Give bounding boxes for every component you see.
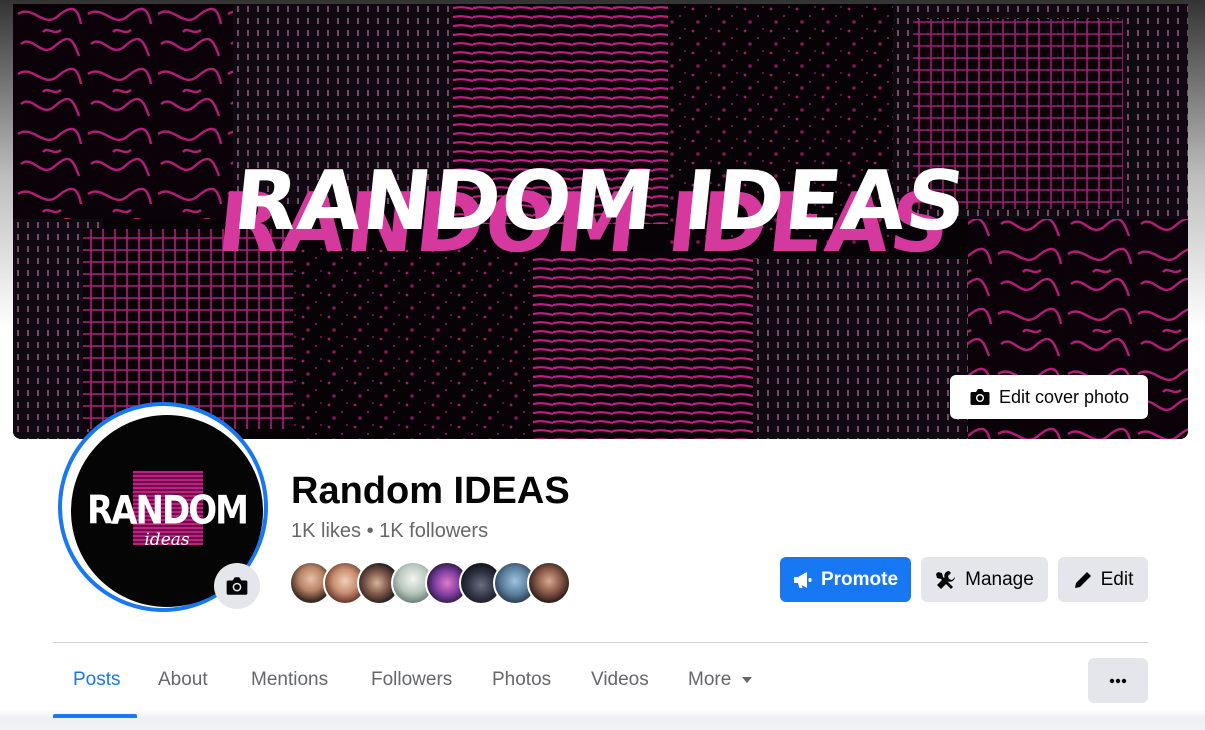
logo-sub-text: ideas	[144, 530, 190, 550]
edit-cover-photo-label: Edit cover photo	[998, 386, 1130, 407]
promote-label: Promote	[820, 568, 899, 590]
edit-label: Edit	[1100, 568, 1134, 590]
tab-videos[interactable]: Videos	[591, 660, 649, 700]
more-options-button[interactable]	[1088, 658, 1148, 703]
tab-posts[interactable]: Posts	[73, 660, 121, 700]
tab-label: About	[158, 669, 208, 690]
page-stats[interactable]: 1K likes • 1K followers	[291, 520, 488, 543]
tab-label: Followers	[371, 669, 453, 690]
active-tab-indicator	[53, 714, 137, 718]
camera-icon	[226, 577, 248, 595]
tab-label: More	[688, 669, 732, 690]
tab-photos[interactable]: Photos	[492, 660, 551, 700]
tab-label: Posts	[73, 669, 121, 690]
tab-about[interactable]: About	[158, 660, 208, 700]
page-title: Random IDEAS	[291, 470, 570, 512]
edit-cover-photo-button[interactable]: Edit cover photo	[950, 375, 1148, 419]
caret-down-icon	[742, 677, 753, 683]
ellipsis-icon	[1109, 678, 1127, 683]
tab-followers[interactable]: Followers	[371, 660, 452, 700]
profile-divider	[53, 642, 1148, 643]
tab-mentions[interactable]: Mentions	[251, 660, 328, 700]
tab-label: Mentions	[251, 669, 329, 690]
tab-label: Videos	[591, 669, 649, 690]
edit-page-button[interactable]: Edit	[1058, 557, 1148, 602]
camera-icon	[970, 389, 990, 405]
cover-title: RANDOM IDEAS	[229, 154, 972, 249]
logo-main-text: RANDOM	[87, 488, 249, 534]
cover-photo[interactable]: RANDOM IDEAS	[13, 4, 1188, 439]
pencil-icon	[1074, 571, 1091, 588]
tab-label: Photos	[492, 669, 552, 690]
megaphone-icon	[793, 571, 812, 588]
tools-icon	[936, 570, 956, 589]
manage-label: Manage	[965, 568, 1034, 590]
tab-more[interactable]: More	[688, 660, 753, 700]
update-profile-picture-button[interactable]	[214, 563, 260, 609]
promote-button[interactable]: Promote	[780, 557, 911, 602]
follower-avatar[interactable]	[527, 561, 571, 605]
manage-button[interactable]: Manage	[921, 557, 1048, 602]
